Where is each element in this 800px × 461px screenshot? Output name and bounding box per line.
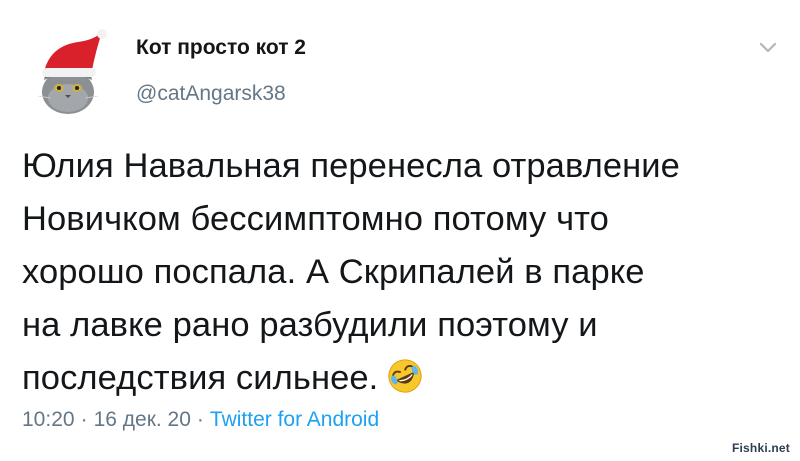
tweet-text-line: последствия сильнее. <box>22 359 379 397</box>
author-handle[interactable]: @catAngarsk38 <box>136 82 286 106</box>
tweet-text: Юлия Навальная перенесла отравление Нови… <box>22 140 792 405</box>
tweet-date[interactable]: 16 дек. 20 <box>94 408 191 431</box>
tweet-text-line: хорошо поспала. А Скрипалей в парке <box>22 253 645 291</box>
chevron-down-icon[interactable] <box>756 38 780 58</box>
rolling-on-the-floor-laughing-icon <box>388 359 422 393</box>
avatar[interactable] <box>30 28 110 118</box>
watermark: Fishki.net <box>731 441 790 455</box>
tweet-text-line: Новичком бессимптомно потому что <box>22 200 609 238</box>
tweet-meta: 10:20 · 16 дек. 20 · Twitter for Android <box>22 408 379 432</box>
tweet-source-link[interactable]: Twitter for Android <box>210 408 379 431</box>
tweet-text-line: Юлия Навальная перенесла отравление <box>22 147 680 185</box>
tweet-text-line: на лавке рано разбудили поэтому и <box>22 306 598 344</box>
tweet-text-line-last: последствия сильнее. <box>22 352 792 405</box>
tweet-time[interactable]: 10:20 <box>22 408 75 431</box>
meta-separator: · <box>80 408 88 431</box>
tweet-card: Кот просто кот 2 @catAngarsk38 Юлия Нава… <box>0 0 800 461</box>
meta-separator: · <box>196 408 204 431</box>
author-name[interactable]: Кот просто кот 2 <box>136 36 306 60</box>
